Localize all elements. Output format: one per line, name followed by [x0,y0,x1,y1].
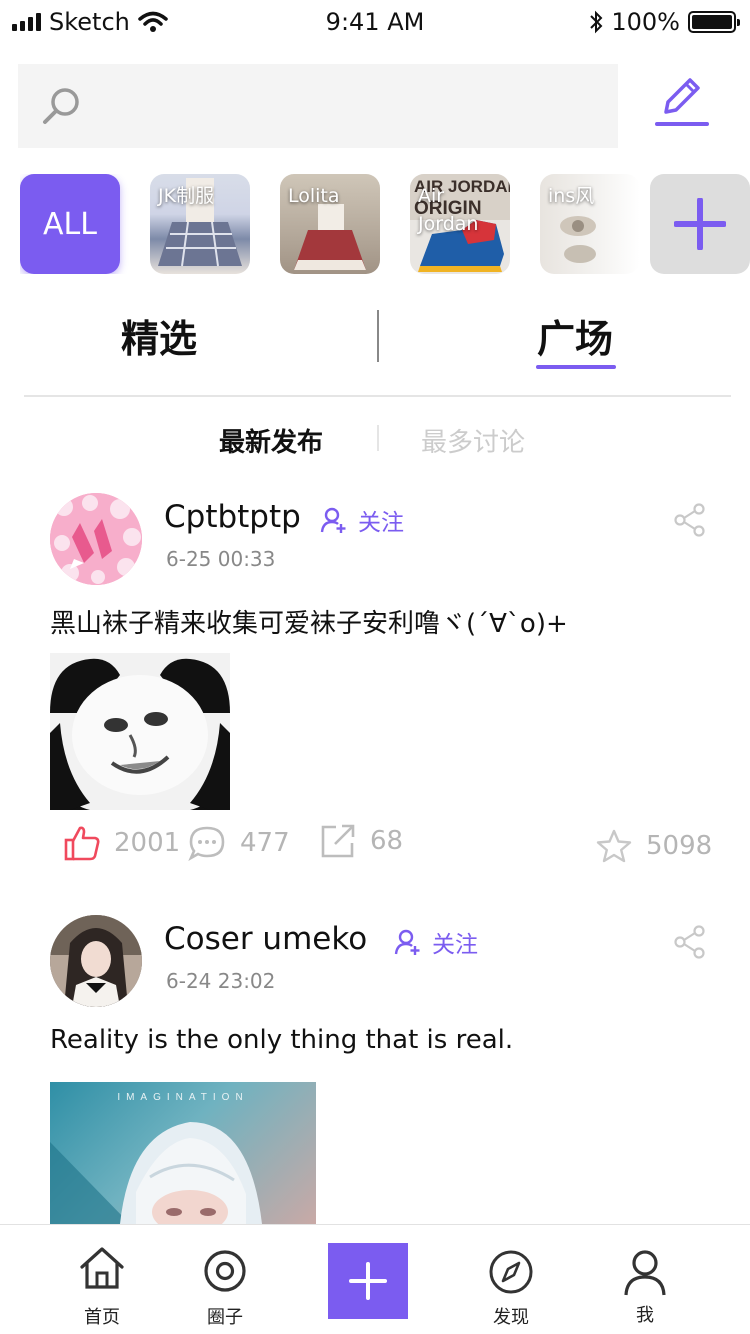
tab-divider [377,310,379,362]
avatar[interactable] [50,493,142,585]
plus-icon [349,1262,387,1300]
post-time: 6-24 23:02 [166,969,276,993]
like-button[interactable]: 2001 [64,825,180,861]
panda-meme-image [50,653,230,810]
image-caption: IMAGINATION [117,1092,249,1103]
subtab-divider [377,425,379,451]
battery-group: 100% [589,8,740,36]
subtab-latest[interactable]: 最新发布 [219,422,323,459]
battery-percent: 100% [611,8,680,36]
plus-icon [674,198,726,250]
comment-button[interactable]: 477 [188,825,290,861]
avatar[interactable] [50,915,142,1007]
tab-featured[interactable]: 精选 [121,308,197,363]
nav-home[interactable]: 首页 [52,1225,152,1334]
category-all[interactable]: ALL [20,174,120,274]
search-input[interactable] [88,82,588,130]
follow-button[interactable]: 关注 [320,503,404,537]
search-bar[interactable] [18,64,618,148]
nav-me[interactable]: 我 [595,1225,695,1334]
comment-count: 477 [240,828,290,858]
category-strip[interactable]: ALL JK制服 Lolita AIR JORDAN ORIGIN Air Jo… [20,174,750,274]
nav-home-label: 首页 [84,1307,120,1328]
battery-icon [688,11,740,33]
comment-icon [188,826,225,861]
category-label: Lolita [288,185,340,207]
repost-count: 68 [370,826,404,856]
avatar-image [50,493,142,585]
category-label: ALL [43,206,97,242]
post-image[interactable]: IMAGINATION [50,1082,316,1224]
post-text: Reality is the only thing that is real. [50,1025,514,1055]
tab-plaza[interactable]: 广场 [537,308,613,363]
username[interactable]: Coser umeko [164,921,367,957]
nav-circle[interactable]: 圈子 [175,1225,275,1334]
category-air-jordan[interactable]: AIR JORDAN ORIGIN Air Jordan [410,174,510,274]
cosplay-image [50,1122,262,1224]
divider [24,395,731,397]
create-post-button[interactable] [328,1243,408,1319]
star-icon [596,829,632,863]
share-icon[interactable] [674,925,706,959]
favorite-count: 5098 [646,831,713,861]
add-category-button[interactable] [650,174,750,274]
post-image[interactable] [50,653,230,810]
category-lolita[interactable]: Lolita [280,174,380,274]
search-icon [43,88,79,124]
username[interactable]: Cptbtptp [164,499,301,535]
nav-circle-label: 圈子 [207,1307,243,1328]
nav-discover-label: 发现 [493,1307,529,1328]
follow-button[interactable]: 关注 [394,925,478,959]
home-icon [80,1247,124,1289]
subtab-most-discussed[interactable]: 最多讨论 [421,422,525,459]
share-icon[interactable] [674,503,706,537]
add-user-icon [394,929,420,955]
category-label: ins风 [548,185,595,207]
active-tab-indicator [536,365,616,369]
nav-discover[interactable]: 发现 [461,1225,561,1334]
add-user-icon [320,507,346,533]
bottom-nav: 首页 圈子 发现 我 [0,1224,750,1334]
compass-icon [489,1250,533,1294]
circle-icon [204,1250,246,1292]
avatar-image [50,915,142,1007]
category-label: Air Jordan [418,185,479,235]
status-bar: Sketch 9:41 AM 100% [0,0,750,44]
user-icon [624,1250,666,1296]
thumbs-up-icon [64,826,100,861]
like-count: 2001 [114,828,181,858]
post-time: 6-25 00:33 [166,547,276,571]
category-ins[interactable]: ins风 [540,174,640,274]
category-jk[interactable]: JK制服 [150,174,250,274]
post-text: 黑山袜子精来收集可爱袜子安利噜ヾ(´∀`o)+ [50,609,568,639]
bluetooth-icon [590,10,603,34]
category-label: JK制服 [158,185,215,207]
repost-button[interactable]: 68 [320,823,403,859]
edit-icon[interactable] [654,72,710,132]
nav-me-label: 我 [636,1305,654,1326]
follow-label: 关注 [358,510,404,536]
external-share-icon [321,824,355,858]
follow-label: 关注 [432,932,478,958]
favorite-button[interactable]: 5098 [596,829,712,863]
